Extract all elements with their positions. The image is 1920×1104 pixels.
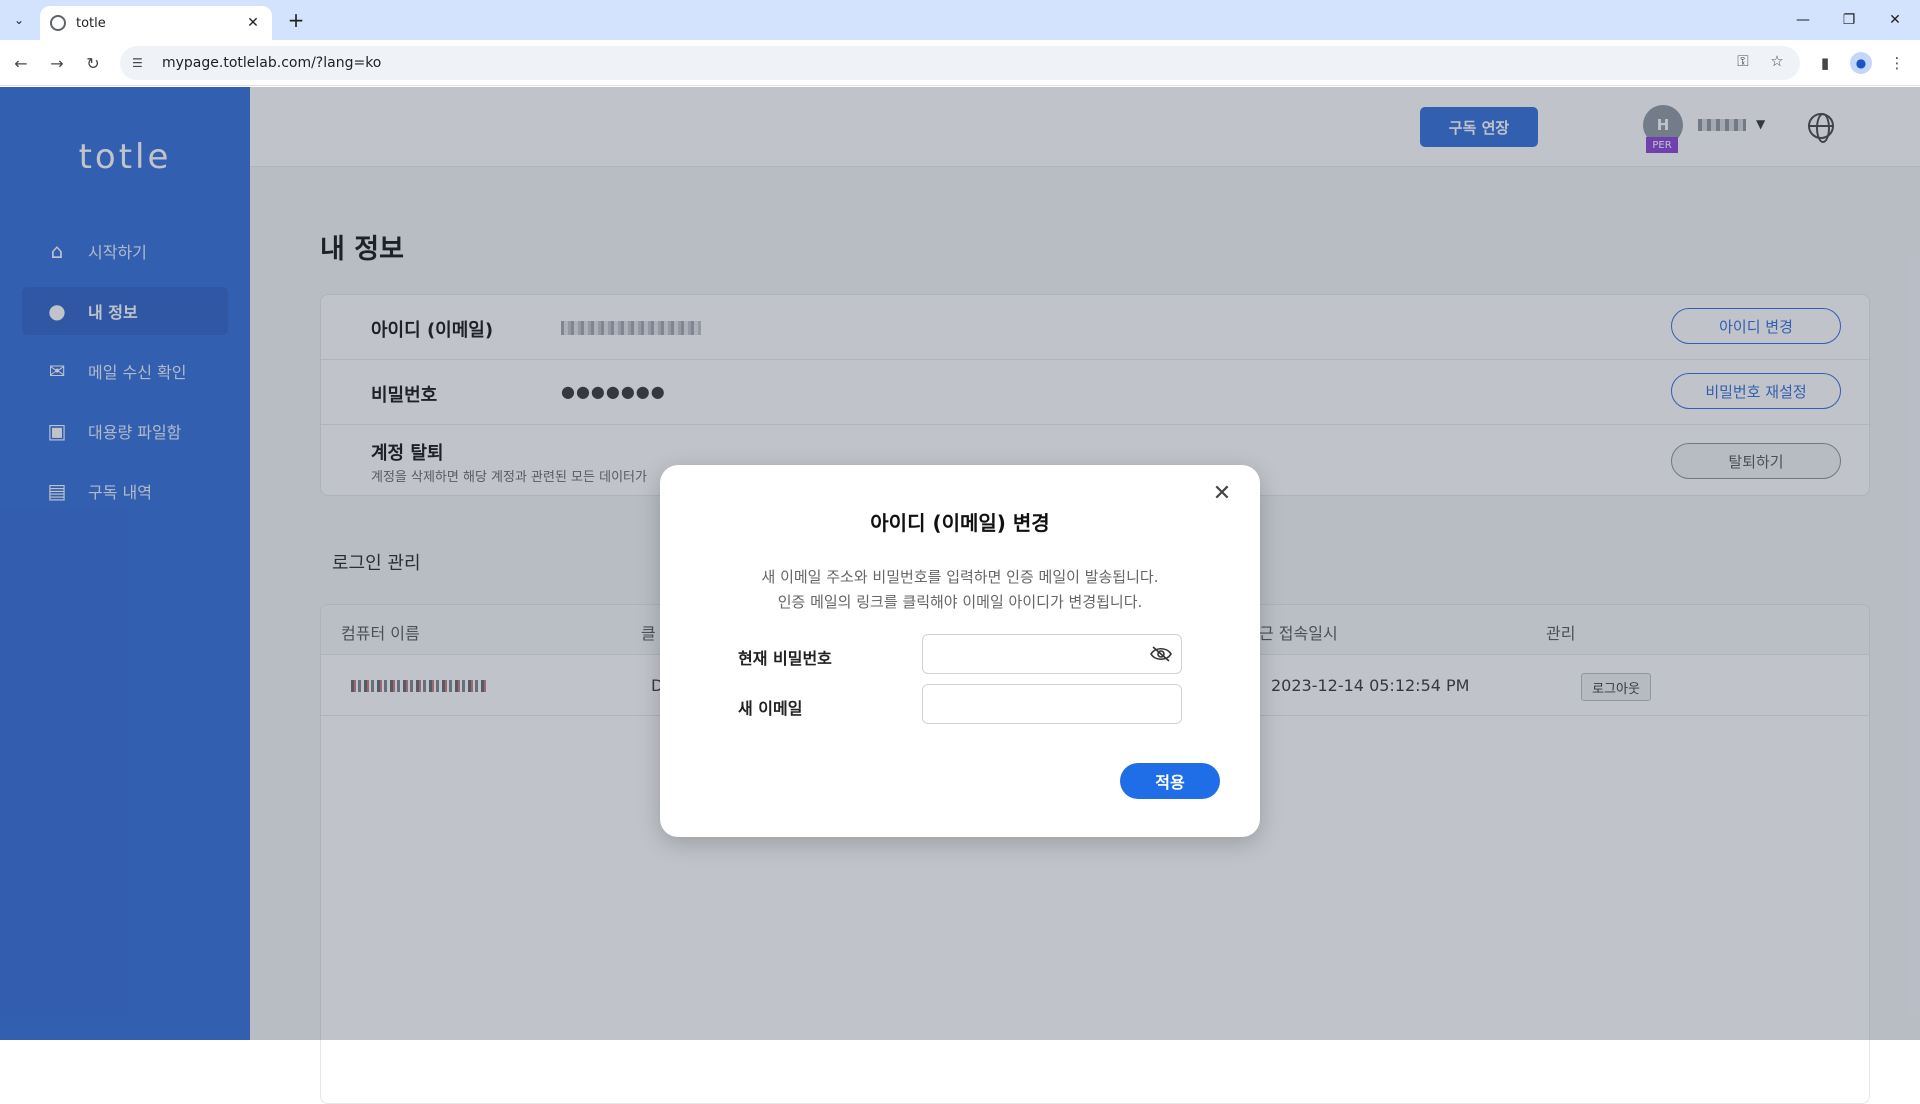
current-password-input[interactable] (922, 634, 1182, 674)
window-close-icon[interactable]: ✕ (1872, 6, 1918, 34)
back-icon[interactable]: ← (8, 50, 34, 76)
tab-title: totle (76, 15, 106, 31)
restore-icon[interactable]: ❐ (1826, 6, 1872, 34)
bookmark-star-icon[interactable]: ☆ (1764, 48, 1790, 74)
url-text: mypage.totlelab.com/?lang=ko (162, 55, 382, 71)
apply-button[interactable]: 적용 (1120, 763, 1220, 799)
modal-description-line: 인증 메일의 링크를 클릭해야 이메일 아이디가 변경됩니다. (777, 593, 1143, 611)
new-email-label: 새 이메일 (738, 699, 803, 718)
side-panel-icon[interactable]: ▮ (1812, 50, 1838, 76)
browser-toolbar: ← → ↻ ☰ mypage.totlelab.com/?lang=ko ⚿ ☆… (0, 40, 1920, 86)
globe-favicon-icon (50, 15, 66, 31)
minimize-icon[interactable]: — (1780, 6, 1826, 34)
browser-tabbar: ⌄ totle ✕ + — ❐ ✕ (0, 0, 1920, 40)
reload-icon[interactable]: ↻ (80, 50, 106, 76)
page: totle ⌂ 시작하기 ● 내 정보 ✉ 메일 수신 확인 ▣ 대용량 파일함… (0, 87, 1920, 1104)
site-info-icon[interactable]: ☰ (132, 56, 150, 70)
more-menu-icon[interactable]: ⋮ (1884, 50, 1910, 76)
key-icon[interactable]: ⚿ (1730, 48, 1756, 74)
browser-tab[interactable]: totle ✕ (40, 6, 272, 40)
modal-description: 새 이메일 주소와 비밀번호를 입력하면 인증 메일이 발송됩니다. 인증 메일… (660, 565, 1260, 615)
eye-off-icon[interactable] (1150, 646, 1172, 662)
tab-search-icon[interactable]: ⌄ (6, 9, 32, 31)
tab-close-icon[interactable]: ✕ (244, 15, 262, 31)
change-id-modal: ✕ 아이디 (이메일) 변경 새 이메일 주소와 비밀번호를 입력하면 인증 메… (660, 465, 1260, 837)
current-password-label: 현재 비밀번호 (738, 649, 832, 668)
new-email-input[interactable] (922, 684, 1182, 724)
modal-title: 아이디 (이메일) 변경 (870, 511, 1050, 535)
profile-icon[interactable]: ● (1848, 50, 1874, 76)
address-bar[interactable]: ☰ mypage.totlelab.com/?lang=ko (120, 46, 1800, 80)
modal-description-line: 새 이메일 주소와 비밀번호를 입력하면 인증 메일이 발송됩니다. (761, 568, 1159, 586)
close-icon[interactable]: ✕ (1210, 481, 1234, 506)
new-tab-icon[interactable]: + (282, 8, 310, 32)
forward-icon[interactable]: → (44, 50, 70, 76)
